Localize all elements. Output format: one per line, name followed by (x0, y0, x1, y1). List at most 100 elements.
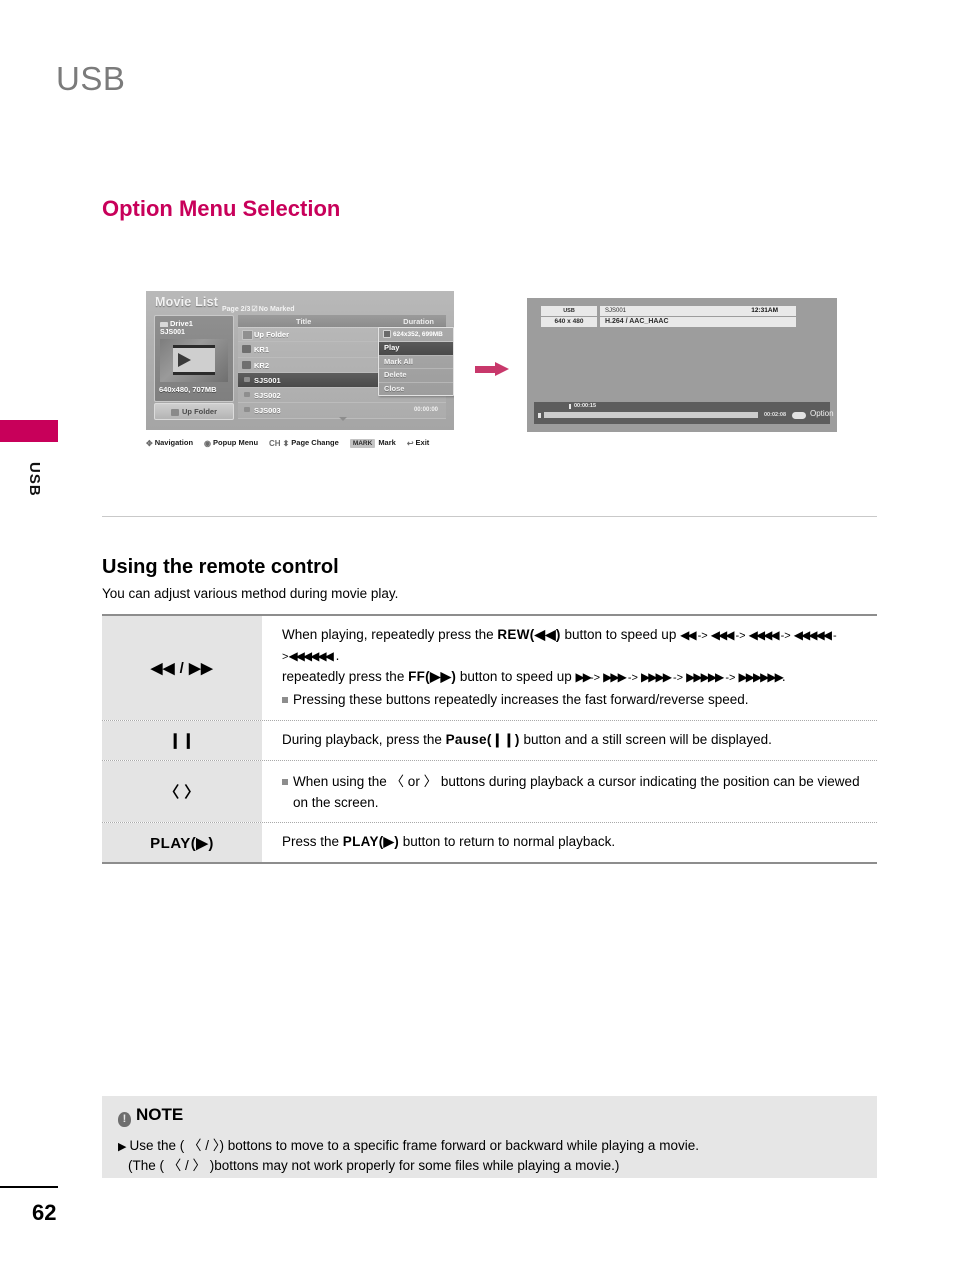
playback-codec-label: H.264 / AAC_HAAC (600, 317, 796, 327)
text-segment: . (781, 668, 786, 684)
flow-arrow-icon (475, 362, 509, 376)
text-segment: Pressing these buttons repeatedly increa… (293, 691, 749, 707)
movie-list-page-info: Page 2/3☑No Marked (222, 305, 295, 313)
bullet-square-icon (282, 778, 288, 785)
marked-checkbox-icon: ☑ (251, 306, 258, 313)
playback-file-name: SJS001 (605, 308, 627, 314)
legend-mark: MARK Mark (349, 438, 396, 448)
text-segment: -> (722, 671, 739, 684)
sidebar-accent-tab (0, 420, 58, 442)
ch-prefix-label: CH (269, 438, 281, 448)
option-button-label[interactable]: Option (810, 409, 834, 418)
remote-key-label: ◀◀ / ▶▶ (102, 616, 262, 720)
text-segment-mono: Pause(❙❙) (445, 731, 520, 747)
remote-key-label: PLAY(▶) (102, 823, 262, 863)
popup-file-info: 624x352, 699MB (379, 328, 453, 342)
playback-control-bar: 00:00:15 00:02:08 Option (534, 402, 834, 424)
description-bullet: When using the 〈 or 〉 buttons during pla… (282, 772, 873, 814)
playback-clock: 12:31AM (751, 307, 778, 314)
drive-resolution-label: 640x480, 707MB (159, 385, 217, 394)
option-key-icon[interactable] (792, 412, 806, 419)
progress-bar[interactable] (544, 412, 758, 418)
playback-total-time: 00:02:08 (764, 412, 787, 418)
legend-exit: ↩ Exit (406, 438, 429, 448)
playback-resolution-label: 640 x 480 (541, 317, 597, 327)
rewind-glyph-icon: ◀◀◀ (710, 628, 735, 642)
column-header-title: Title (296, 317, 312, 326)
table-row: PLAY(▶) Press the PLAY(▶) button to retu… (102, 823, 877, 863)
description-line: repeatedly press the FF(▶▶) button to sp… (282, 667, 873, 688)
table-row: 〈 〉 When using the 〈 or 〉 buttons during… (102, 760, 877, 824)
list-item-label: SJS003 (254, 406, 281, 416)
drive-label: Drive1 (170, 319, 193, 328)
note-title-label: NOTE (136, 1105, 184, 1124)
progress-knob[interactable] (538, 412, 541, 418)
scroll-down-arrow-icon[interactable] (339, 417, 347, 421)
page-info-suffix: No Marked (258, 306, 295, 313)
remote-key-label: ❙❙ (102, 720, 262, 760)
column-header-duration: Duration (403, 317, 434, 326)
text-segment-mono: FF(▶▶) (408, 668, 457, 684)
forward-glyph-icon: ▶▶▶▶▶▶ (738, 669, 784, 684)
up-folder-icon (242, 330, 253, 340)
folder-icon (242, 345, 251, 354)
text-segment: button to speed up (456, 668, 576, 684)
text-segment: -> (669, 671, 687, 684)
osd-movie-list-screenshot: Movie List Page 2/3☑No Marked Drive1 SJS… (146, 291, 454, 430)
rewind-glyph-icon: ◀◀◀◀◀ (793, 628, 832, 642)
note-line-1: ▶ Use the ( 〈 / 〉) bottons to move to a s… (118, 1134, 699, 1154)
rewind-glyph-icon: ◀◀ (680, 628, 697, 642)
list-item-label: KR2 (254, 360, 270, 370)
movie-list-nav-legend: ✥ Navigation ◉ Popup Menu CH ⬍ Page Change MARK… (146, 438, 454, 448)
arrow-shaft (475, 366, 497, 373)
popup-menu-icon: ◉ (204, 438, 212, 448)
popup-menu-item-play[interactable]: Play (379, 342, 453, 356)
popup-menu-item-mark-all[interactable]: Mark All (379, 356, 453, 369)
page-number: 62 (32, 1200, 57, 1225)
playback-file-row: SJS001 12:31AM (600, 306, 796, 316)
legend-mark-label: Mark (378, 438, 396, 447)
drive-preview-panel: Drive1 SJS001 640x480, 707MB (154, 315, 234, 402)
text-segment: button to return to normal playback. (399, 834, 616, 850)
text-segment: -> (777, 630, 794, 642)
playback-source-label: USB (541, 306, 597, 316)
remote-control-description: You can adjust various method during mov… (102, 586, 399, 601)
text-segment-mono: PLAY(▶) (342, 834, 400, 850)
text-segment: Press the (282, 834, 343, 850)
text-segment: -> (694, 630, 711, 642)
list-item-label: Up Folder (254, 330, 289, 339)
note-line-1-text: Use the ( 〈 / 〉) bottons to move to a sp… (129, 1138, 699, 1153)
remote-control-table: ◀◀ / ▶▶ When playing, repeatedly press t… (102, 614, 877, 865)
file-icon (244, 407, 250, 413)
list-item-duration: 00:00:00 (413, 406, 438, 413)
text-segment: . (331, 647, 340, 663)
playback-info-row-bottom: 640 x 480 H.264 / AAC_HAAC (541, 317, 796, 327)
text-segment: When using the 〈 or 〉 buttons during pla… (293, 773, 860, 810)
text-segment: -> (589, 671, 604, 684)
remote-key-label: 〈 〉 (102, 760, 262, 823)
remote-control-heading: Using the remote control (102, 556, 339, 578)
description-line: When playing, repeatedly press the REW(◀… (282, 625, 873, 667)
popup-file-info-label: 624x352, 699MB (393, 331, 443, 338)
rewind-glyph-icon: ◀◀◀◀◀◀ (288, 648, 333, 663)
popup-menu-item-close[interactable]: Close (379, 383, 453, 396)
forward-glyph-icon: ▶▶▶ (603, 669, 627, 684)
remote-key-description: During playback, press the Pause(❙❙) but… (262, 721, 877, 760)
folder-icon (242, 360, 251, 369)
up-folder-button[interactable]: Up Folder (154, 403, 234, 420)
forward-glyph-icon: ▶▶▶▶▶ (686, 669, 724, 684)
file-icon (244, 392, 250, 398)
note-line-2: (The ( 〈 / 〉 )bottons may not work prope… (128, 1158, 620, 1173)
drive-current-file: SJS001 (160, 329, 185, 336)
description-bullet: Pressing these buttons repeatedly increa… (282, 690, 873, 711)
caret-right-icon: ▶ (118, 1141, 127, 1153)
exit-icon: ↩ (406, 438, 414, 448)
page-title: USB (56, 60, 126, 97)
play-triangle-icon (178, 353, 191, 367)
remote-key-description: When using the 〈 or 〉 buttons during pla… (262, 761, 877, 823)
text-segment: button to speed up (560, 627, 681, 642)
popup-menu-item-delete[interactable]: Delete (379, 369, 453, 383)
page-info-prefix: Page 2/3 (222, 306, 251, 313)
option-popup-menu: 624x352, 699MB Play Mark All Delete Clos… (378, 327, 454, 396)
current-position-marker-icon (569, 403, 571, 409)
